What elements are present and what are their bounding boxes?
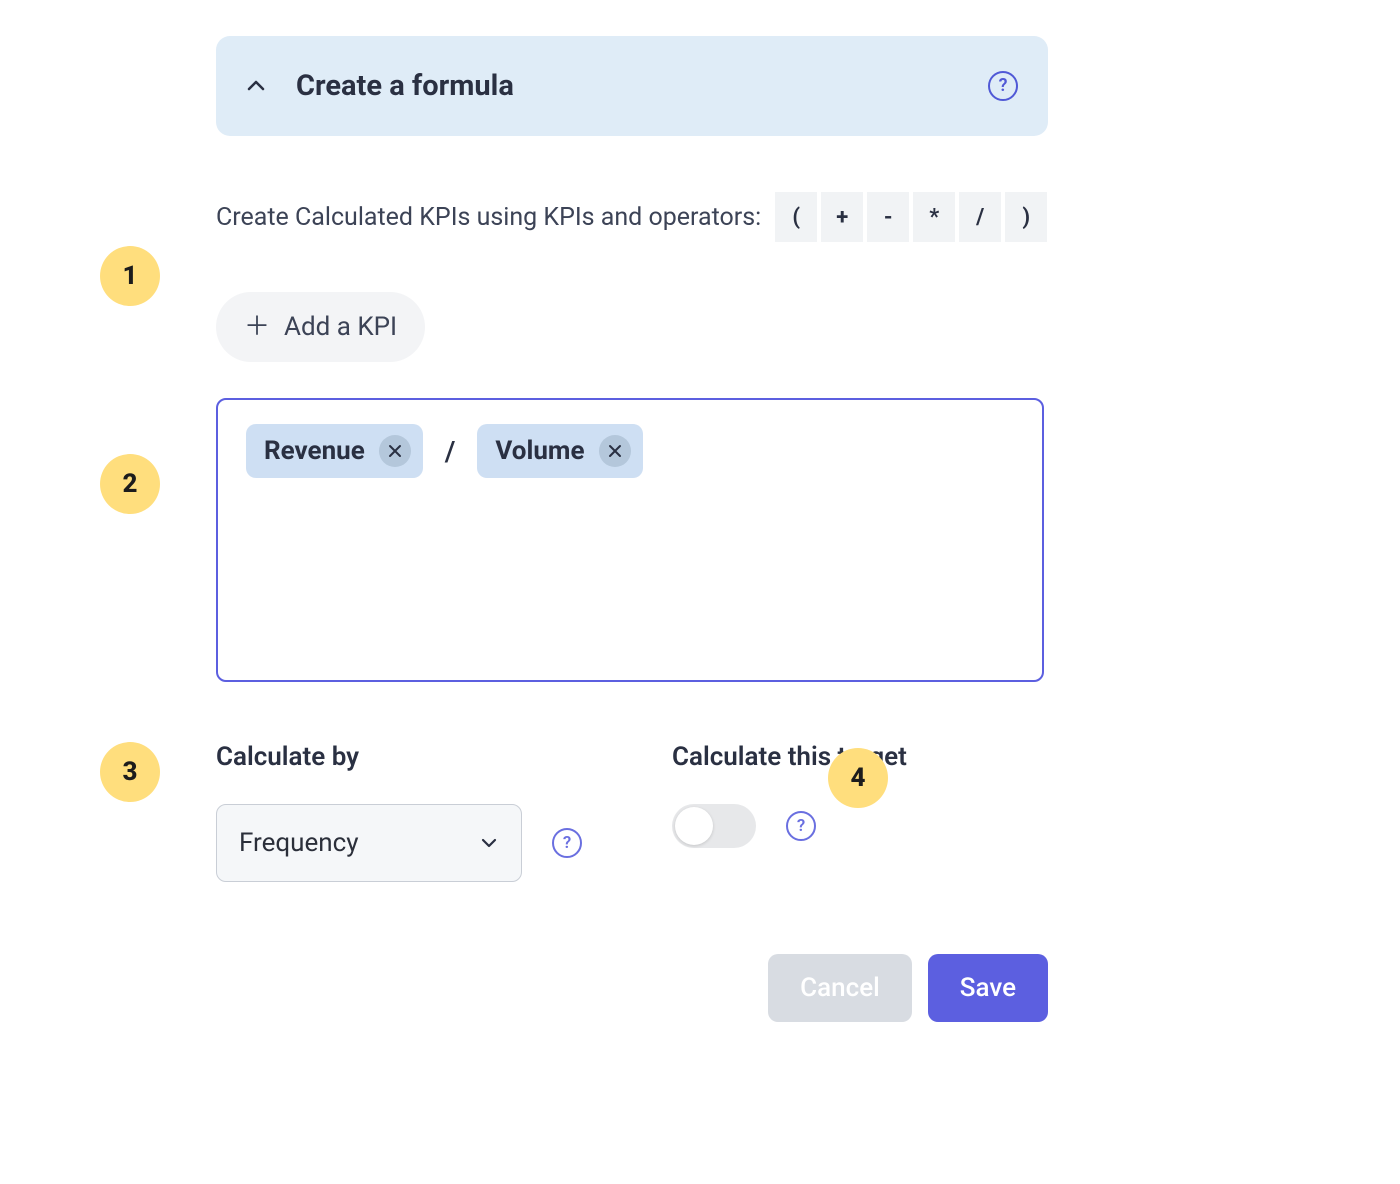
operator-multiply-button[interactable]: *	[913, 192, 955, 242]
formula-operator: /	[439, 435, 462, 468]
calculate-by-label: Calculate by	[216, 742, 582, 772]
save-button[interactable]: Save	[928, 954, 1048, 1022]
calculate-by-select[interactable]: Frequency	[216, 804, 522, 882]
operator-plus-button[interactable]: +	[821, 192, 863, 242]
step-marker-3: 3	[100, 742, 160, 802]
help-icon[interactable]: ?	[786, 811, 816, 841]
add-kpi-label: Add a KPI	[284, 312, 397, 342]
plus-icon: ＋	[244, 314, 270, 340]
kpi-chip-revenue[interactable]: Revenue	[246, 424, 423, 478]
add-kpi-button[interactable]: ＋ Add a KPI	[216, 292, 425, 362]
calculate-target-toggle[interactable]	[672, 804, 756, 848]
step-marker-2: 2	[100, 454, 160, 514]
accordion-title: Create a formula	[296, 69, 514, 103]
step-marker-4: 4	[828, 748, 888, 808]
kpi-chip-volume[interactable]: Volume	[477, 424, 642, 478]
toggle-knob	[675, 807, 713, 845]
cancel-button[interactable]: Cancel	[768, 954, 912, 1022]
chevron-down-icon	[479, 833, 499, 853]
select-value: Frequency	[239, 828, 359, 858]
close-icon[interactable]	[379, 435, 411, 467]
operator-close-paren-button[interactable]: )	[1005, 192, 1047, 242]
description-text: Create Calculated KPIs using KPIs and op…	[216, 203, 761, 232]
help-icon[interactable]: ?	[552, 828, 582, 858]
help-icon[interactable]: ?	[988, 71, 1018, 101]
close-icon[interactable]	[599, 435, 631, 467]
formula-input[interactable]: Revenue / Volume	[216, 398, 1044, 682]
operator-minus-button[interactable]: -	[867, 192, 909, 242]
step-marker-1: 1	[100, 246, 160, 306]
accordion-header[interactable]: Create a formula ?	[216, 36, 1048, 136]
operator-divide-button[interactable]: /	[959, 192, 1001, 242]
kpi-chip-label: Volume	[495, 436, 584, 466]
operator-open-paren-button[interactable]: (	[775, 192, 817, 242]
chevron-up-icon	[246, 76, 266, 96]
kpi-chip-label: Revenue	[264, 436, 365, 466]
